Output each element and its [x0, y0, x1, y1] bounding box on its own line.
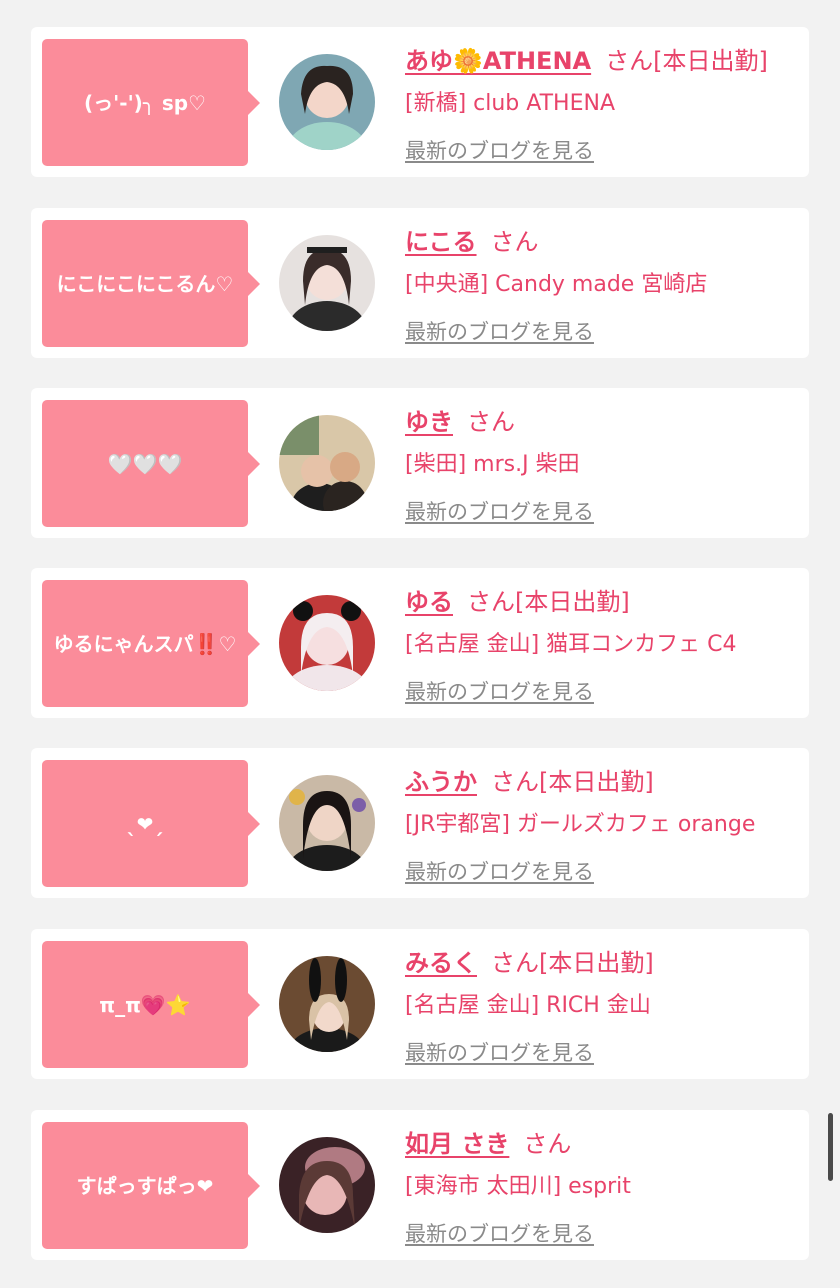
name-row: にこる さん [405, 222, 539, 257]
comment-bubble: にこにこにこるん♡ [42, 220, 260, 347]
comment-text: (っ'-')╮ sp♡ [84, 90, 206, 115]
comment-text: すぱっすぱっ❤ [76, 1173, 214, 1198]
name-row: ゆる さん[本日出勤] [405, 582, 630, 617]
comment-bubble: 🤍🤍🤍 [42, 400, 260, 527]
latest-blog-link[interactable]: 最新のブログを見る [405, 135, 594, 165]
latest-blog-link[interactable]: 最新のブログを見る [405, 316, 594, 346]
honorific: さん [467, 588, 515, 616]
cast-name-link[interactable]: ゆる [405, 588, 453, 616]
avatar[interactable] [279, 54, 375, 150]
comment-bubble: (っ'-')╮ sp♡ [42, 39, 260, 166]
shop-name: [柴田] mrs.J 柴田 [405, 452, 580, 477]
name-row: ゆき さん [405, 402, 515, 437]
cast-name-link[interactable]: 如月 さき [405, 1130, 509, 1158]
cast-name-link[interactable]: にこる [405, 228, 477, 256]
cast-name-link[interactable]: ゆき [405, 408, 453, 436]
honorific: さん [523, 1130, 572, 1158]
cast-card: π_π💗⭐ みるく さん[本日出勤] [名古屋 金山] RICH 金山 最新のブロ… [31, 929, 809, 1079]
cast-card: (っ'-')╮ sp♡ あゆ🌼ATHENA さん[本日出勤] [新橋] club … [31, 27, 809, 177]
attendance-status: [本日出勤] [653, 47, 768, 75]
honorific: さん [605, 47, 654, 75]
scrollbar[interactable] [828, 1113, 833, 1181]
honorific: さん [491, 949, 539, 977]
comment-text: にこにこにこるん♡ [56, 271, 234, 296]
name-row: ふうか さん[本日出勤] [405, 762, 654, 797]
cast-name-link[interactable]: みるく [405, 949, 477, 977]
shop-name: [名古屋 金山] 猫耳コンカフェ C4 [405, 632, 737, 657]
comment-text: π_π💗⭐ [99, 992, 191, 1017]
honorific: さん [490, 228, 539, 256]
comment-bubble: ˎ❤︎ˏ [42, 760, 260, 887]
comment-bubble: すぱっすぱっ❤ [42, 1122, 260, 1249]
name-row: 如月 さき さん [405, 1124, 571, 1159]
latest-blog-link[interactable]: 最新のブログを見る [405, 676, 594, 706]
comment-text: 🤍🤍🤍 [107, 451, 183, 476]
shop-name: [東海市 太田川] esprit [405, 1174, 631, 1199]
name-row: あゆ🌼ATHENA さん[本日出勤] [405, 41, 768, 76]
avatar[interactable] [279, 1137, 375, 1233]
attendance-status: [本日出勤] [539, 768, 654, 796]
latest-blog-link[interactable]: 最新のブログを見る [405, 1037, 594, 1067]
cast-name-link[interactable]: ふうか [405, 768, 477, 796]
cast-card: ˎ❤︎ˏ ふうか さん[本日出勤] [JR宇都宮] ガールズカフェ orange … [31, 748, 809, 898]
latest-blog-link[interactable]: 最新のブログを見る [405, 1218, 594, 1248]
comment-bubble: ゆるにゃんスパ‼️♡ [42, 580, 260, 707]
latest-blog-link[interactable]: 最新のブログを見る [405, 496, 594, 526]
shop-name: [中央通] Candy made 宮崎店 [405, 272, 708, 297]
avatar[interactable] [279, 415, 375, 511]
shop-name: [JR宇都宮] ガールズカフェ orange [405, 812, 756, 837]
attendance-status: [本日出勤] [515, 588, 630, 616]
avatar[interactable] [279, 956, 375, 1052]
cast-name-link[interactable]: あゆ🌼ATHENA [405, 47, 591, 75]
avatar[interactable] [279, 235, 375, 331]
honorific: さん [467, 408, 515, 436]
comment-text: ゆるにゃんスパ‼️♡ [53, 631, 237, 656]
comment-text: ˎ❤︎ˏ [126, 811, 164, 836]
honorific: さん [491, 768, 539, 796]
comment-bubble: π_π💗⭐ [42, 941, 260, 1068]
shop-name: [新橋] club ATHENA [405, 91, 615, 116]
cast-card: 🤍🤍🤍 ゆき さん [柴田] mrs.J 柴田 最新のブログを見る [31, 388, 809, 538]
cast-card: すぱっすぱっ❤ 如月 さき さん [東海市 太田川] esprit 最新のブログを… [31, 1110, 809, 1260]
cast-card: ゆるにゃんスパ‼️♡ ゆる さん[本日出勤] [名古屋 金山] 猫耳コンカフェ C… [31, 568, 809, 718]
name-row: みるく さん[本日出勤] [405, 943, 654, 978]
avatar[interactable] [279, 595, 375, 691]
cast-card: にこにこにこるん♡ にこる さん [中央通] Candy made 宮崎店 最新の… [31, 208, 809, 358]
attendance-status: [本日出勤] [539, 949, 654, 977]
avatar[interactable] [279, 775, 375, 871]
latest-blog-link[interactable]: 最新のブログを見る [405, 856, 594, 886]
shop-name: [名古屋 金山] RICH 金山 [405, 993, 651, 1018]
